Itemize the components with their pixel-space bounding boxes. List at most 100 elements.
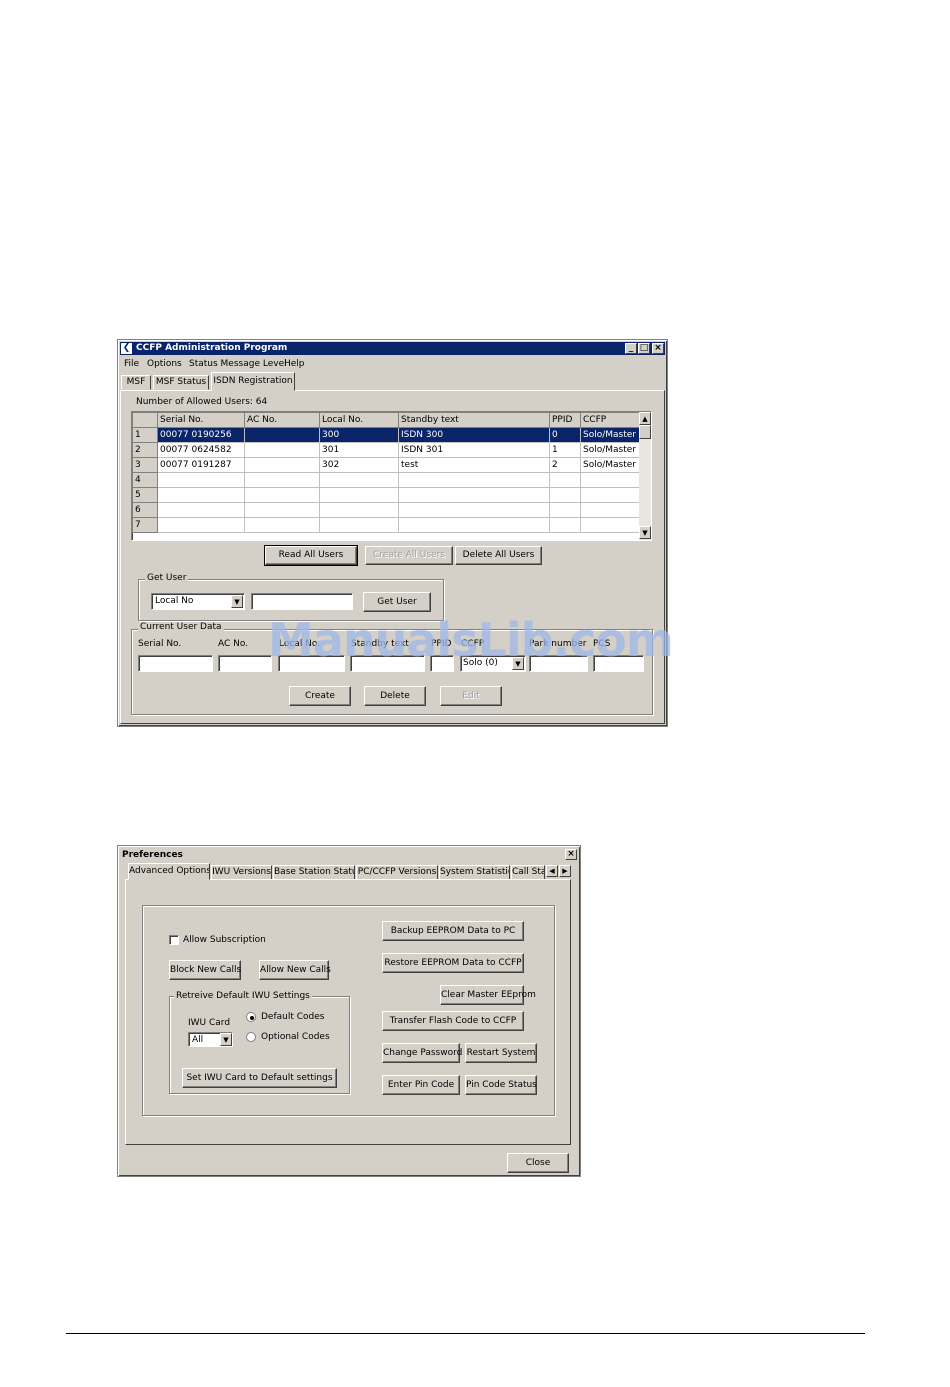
cell-ac[interactable] bbox=[244, 472, 320, 488]
close-icon[interactable]: × bbox=[565, 849, 577, 860]
iwu-card-select[interactable]: All ▼ bbox=[188, 1032, 233, 1047]
cell-ccfp[interactable] bbox=[580, 487, 641, 503]
row-number[interactable]: 4 bbox=[132, 472, 158, 488]
menu-status-message-level[interactable]: Status Message Level bbox=[189, 359, 287, 370]
table-row[interactable]: 4 bbox=[132, 472, 641, 488]
cell-serial[interactable] bbox=[157, 517, 245, 533]
row-number[interactable]: 1 bbox=[132, 427, 158, 443]
cell-serial[interactable] bbox=[157, 502, 245, 518]
chevron-down-icon[interactable]: ▼ bbox=[231, 595, 243, 608]
cell-ccfp[interactable] bbox=[580, 472, 641, 488]
close-button[interactable]: × bbox=[652, 343, 664, 354]
cell-local[interactable] bbox=[319, 472, 399, 488]
scroll-down-arrow[interactable]: ▼ bbox=[639, 526, 651, 539]
cell-ac[interactable] bbox=[244, 457, 320, 473]
menu-options[interactable]: Options bbox=[147, 359, 182, 370]
cell-ac[interactable] bbox=[244, 517, 320, 533]
table-row[interactable]: 3 00077 0191287 302 test 2 Solo/Master bbox=[132, 457, 641, 473]
ac-field[interactable] bbox=[218, 655, 272, 672]
cell-standby[interactable] bbox=[398, 502, 550, 518]
cell-serial[interactable]: 00077 0190256 bbox=[157, 427, 245, 443]
edit-button[interactable]: Edit bbox=[440, 686, 502, 706]
restart-system-button[interactable]: Restart System bbox=[465, 1043, 537, 1063]
allow-new-calls-button[interactable]: Allow New Calls bbox=[259, 960, 331, 980]
block-new-calls-button[interactable]: Block New Calls bbox=[169, 960, 241, 980]
cell-standby[interactable]: test bbox=[398, 457, 550, 473]
cell-local[interactable] bbox=[319, 517, 399, 533]
col-serial-header[interactable]: Serial No. bbox=[157, 412, 245, 428]
read-all-users-button[interactable]: Read All Users bbox=[264, 545, 358, 566]
row-number[interactable]: 2 bbox=[132, 442, 158, 458]
cell-ac[interactable] bbox=[244, 427, 320, 443]
tab-advanced-options[interactable]: Advanced Options bbox=[128, 863, 210, 880]
set-iwu-default-button[interactable]: Set IWU Card to Default settings bbox=[182, 1068, 337, 1088]
table-row[interactable]: 7 bbox=[132, 517, 641, 533]
tab-pc-ccfp-versions[interactable]: PC/CCFP Versions bbox=[356, 865, 438, 880]
row-number[interactable]: 7 bbox=[132, 517, 158, 533]
col-ccfp-header[interactable]: CCFP bbox=[580, 412, 641, 428]
cell-ppid[interactable] bbox=[549, 487, 581, 503]
tab-base-station-status[interactable]: Base Station Status bbox=[273, 865, 355, 880]
restore-eeprom-button[interactable]: Restore EEPROM Data to CCFP bbox=[382, 953, 524, 973]
table-row[interactable]: 2 00077 0624582 301 ISDN 301 1 Solo/Mast… bbox=[132, 442, 641, 458]
row-number[interactable]: 3 bbox=[132, 457, 158, 473]
cell-standby[interactable] bbox=[398, 472, 550, 488]
col-local-header[interactable]: Local No. bbox=[319, 412, 399, 428]
delete-button[interactable]: Delete bbox=[364, 686, 426, 706]
cell-ccfp[interactable]: Solo/Master bbox=[580, 457, 641, 473]
cell-ccfp[interactable]: Solo/Master bbox=[580, 442, 641, 458]
row-number[interactable]: 5 bbox=[132, 487, 158, 503]
get-user-button[interactable]: Get User bbox=[363, 592, 431, 612]
create-button[interactable]: Create bbox=[289, 686, 351, 706]
tab-scroll-right-icon[interactable]: ▶ bbox=[559, 865, 571, 877]
tab-call-statistics[interactable]: Call Sta bbox=[511, 865, 545, 880]
tab-msf-status[interactable]: MSF Status bbox=[153, 375, 209, 390]
cell-standby[interactable] bbox=[398, 517, 550, 533]
preferences-title-bar[interactable]: Preferences × bbox=[120, 848, 578, 861]
cell-ppid[interactable]: 0 bbox=[549, 427, 581, 443]
clear-master-eeprom-button[interactable]: Clear Master EEprom bbox=[440, 985, 536, 1005]
get-user-field-select[interactable]: Local No ▼ bbox=[151, 593, 245, 610]
tab-isdn-registration[interactable]: ISDN Registration bbox=[211, 372, 295, 391]
table-row[interactable]: 5 bbox=[132, 487, 641, 503]
users-grid[interactable]: Serial No. AC No. Local No. Standby text… bbox=[131, 411, 652, 541]
tab-iwu-versions[interactable]: IWU Versions bbox=[211, 865, 272, 880]
get-user-input[interactable] bbox=[251, 593, 353, 610]
menu-file[interactable]: File bbox=[124, 359, 139, 370]
cell-ppid[interactable] bbox=[549, 502, 581, 518]
cell-ccfp[interactable] bbox=[580, 517, 641, 533]
table-row[interactable]: 1 00077 0190256 300 ISDN 300 0 Solo/Mast… bbox=[132, 427, 641, 443]
transfer-flash-button[interactable]: Transfer Flash Code to CCFP bbox=[382, 1011, 524, 1031]
maximize-button[interactable]: □ bbox=[638, 343, 650, 354]
pin-code-status-button[interactable]: Pin Code Status bbox=[465, 1075, 537, 1095]
cell-ccfp[interactable] bbox=[580, 502, 641, 518]
col-standby-header[interactable]: Standby text bbox=[398, 412, 550, 428]
allow-subscription-checkbox[interactable] bbox=[169, 935, 179, 945]
cell-standby[interactable]: ISDN 301 bbox=[398, 442, 550, 458]
cell-standby[interactable]: ISDN 300 bbox=[398, 427, 550, 443]
serial-field[interactable] bbox=[138, 655, 213, 672]
minimize-button[interactable]: _ bbox=[625, 343, 637, 354]
cell-ac[interactable] bbox=[244, 502, 320, 518]
optional-codes-radio[interactable] bbox=[246, 1032, 256, 1042]
cell-ppid[interactable]: 1 bbox=[549, 442, 581, 458]
cell-serial[interactable]: 00077 0624582 bbox=[157, 442, 245, 458]
table-row[interactable]: 6 bbox=[132, 502, 641, 518]
cell-local[interactable]: 300 bbox=[319, 427, 399, 443]
create-all-users-button[interactable]: Create All Users bbox=[365, 546, 453, 565]
col-ppid-header[interactable]: PPID bbox=[549, 412, 581, 428]
cell-ppid[interactable]: 2 bbox=[549, 457, 581, 473]
scroll-thumb[interactable] bbox=[639, 425, 651, 439]
cell-ac[interactable] bbox=[244, 487, 320, 503]
tab-system-statistics[interactable]: System Statistics bbox=[439, 865, 510, 880]
cell-serial[interactable]: 00077 0191287 bbox=[157, 457, 245, 473]
cell-standby[interactable] bbox=[398, 487, 550, 503]
cell-ppid[interactable] bbox=[549, 472, 581, 488]
close-preferences-button[interactable]: Close bbox=[507, 1153, 569, 1173]
scroll-up-arrow[interactable]: ▲ bbox=[639, 412, 651, 425]
cell-ccfp[interactable]: Solo/Master bbox=[580, 427, 641, 443]
ccfp-title-bar[interactable]: ❮ CCFP Administration Program _ □ × bbox=[120, 342, 665, 355]
default-codes-radio[interactable] bbox=[246, 1012, 256, 1022]
cell-local[interactable]: 301 bbox=[319, 442, 399, 458]
backup-eeprom-button[interactable]: Backup EEPROM Data to PC bbox=[382, 921, 524, 941]
